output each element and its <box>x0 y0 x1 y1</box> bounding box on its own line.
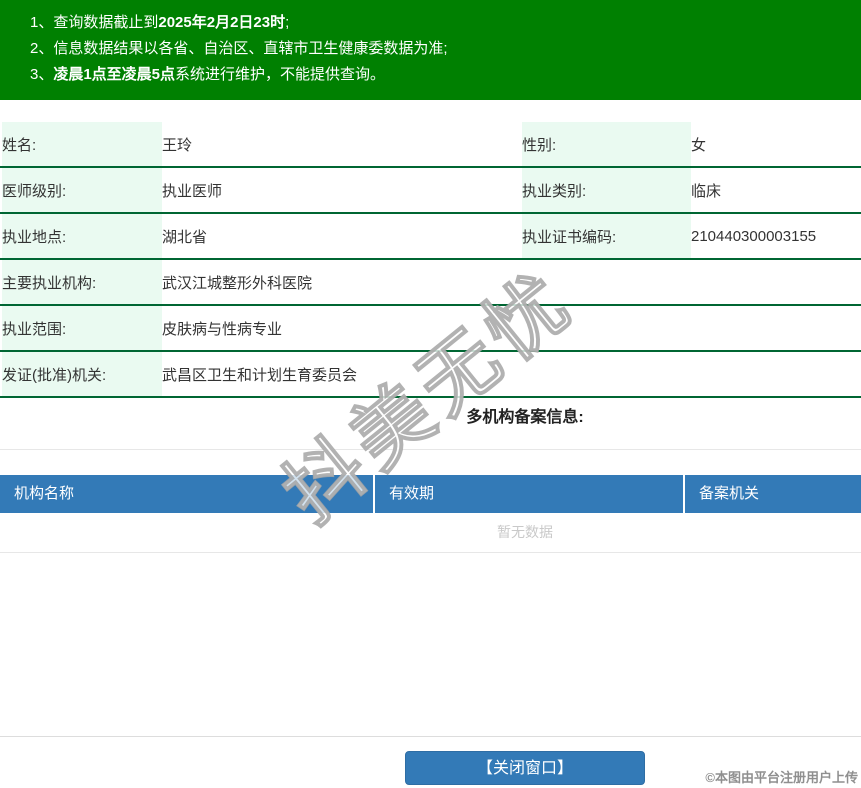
certificate-number-value: 210440300003155 <box>691 213 861 260</box>
practice-category-value: 临床 <box>691 167 861 214</box>
gender-value: 女 <box>691 122 861 168</box>
notice-banner: 1、查询数据截止到2025年2月2日23时; 2、信息数据结果以各省、自治区、直… <box>0 0 861 100</box>
page: 1、查询数据截止到2025年2月2日23时; 2、信息数据结果以各省、自治区、直… <box>0 0 861 785</box>
gender-label: 性别: <box>521 122 691 168</box>
table-row: 医师级别: 执业医师 执业类别: 临床 <box>1 167 861 214</box>
column-header-institution-name: 机构名称 <box>0 475 375 513</box>
main-institution-label: 主要执业机构: <box>1 259 162 306</box>
practice-scope-label: 执业范围: <box>1 305 162 352</box>
column-header-validity-period: 有效期 <box>375 475 685 513</box>
notice-line-3: 3、凌晨1点至凌晨5点系统进行维护，不能提供查询。 <box>30 66 386 83</box>
practice-scope-value: 皮肤病与性病专业 <box>162 305 861 352</box>
practitioner-info-table: 姓名: 王玲 性别: 女 医师级别: 执业医师 执业类别: 临床 执业地点: 湖… <box>0 122 861 398</box>
divider <box>0 449 861 450</box>
no-data-message: 暂无数据 <box>0 513 861 553</box>
table-row: 发证(批准)机关: 武昌区卫生和计划生育委员会 <box>1 351 861 398</box>
table-row: 姓名: 王玲 性别: 女 <box>1 122 861 168</box>
main-institution-value: 武汉江城整形外科医院 <box>162 259 861 306</box>
name-label: 姓名: <box>1 122 162 168</box>
notice-line-2: 2、信息数据结果以各省、自治区、直辖市卫生健康委数据为准; <box>30 40 448 57</box>
practice-location-label: 执业地点: <box>1 213 162 260</box>
table-row: 执业地点: 湖北省 执业证书编码: 210440300003155 <box>1 213 861 260</box>
doctor-level-label: 医师级别: <box>1 167 162 214</box>
table-row: 执业范围: 皮肤病与性病专业 <box>1 305 861 352</box>
multi-institution-table-header: 机构名称 有效期 备案机关 <box>0 475 861 513</box>
certificate-number-label: 执业证书编码: <box>521 213 691 260</box>
practice-category-label: 执业类别: <box>521 167 691 214</box>
table-row: 主要执业机构: 武汉江城整形外科医院 <box>1 259 861 306</box>
notice-line-1: 1、查询数据截止到2025年2月2日23时; <box>30 14 290 31</box>
issuing-authority-label: 发证(批准)机关: <box>1 351 162 398</box>
doctor-level-value: 执业医师 <box>162 167 521 214</box>
close-window-button[interactable]: 【关闭窗口】 <box>405 751 645 785</box>
multi-institution-section-title: 多机构备案信息: <box>466 409 584 426</box>
column-header-record-authority: 备案机关 <box>699 485 760 502</box>
practice-location-value: 湖北省 <box>162 213 521 260</box>
issuing-authority-value: 武昌区卫生和计划生育委员会 <box>162 351 861 398</box>
uploader-stamp: ©本图由平台注册用户上传 <box>705 770 858 785</box>
name-value: 王玲 <box>162 122 521 168</box>
